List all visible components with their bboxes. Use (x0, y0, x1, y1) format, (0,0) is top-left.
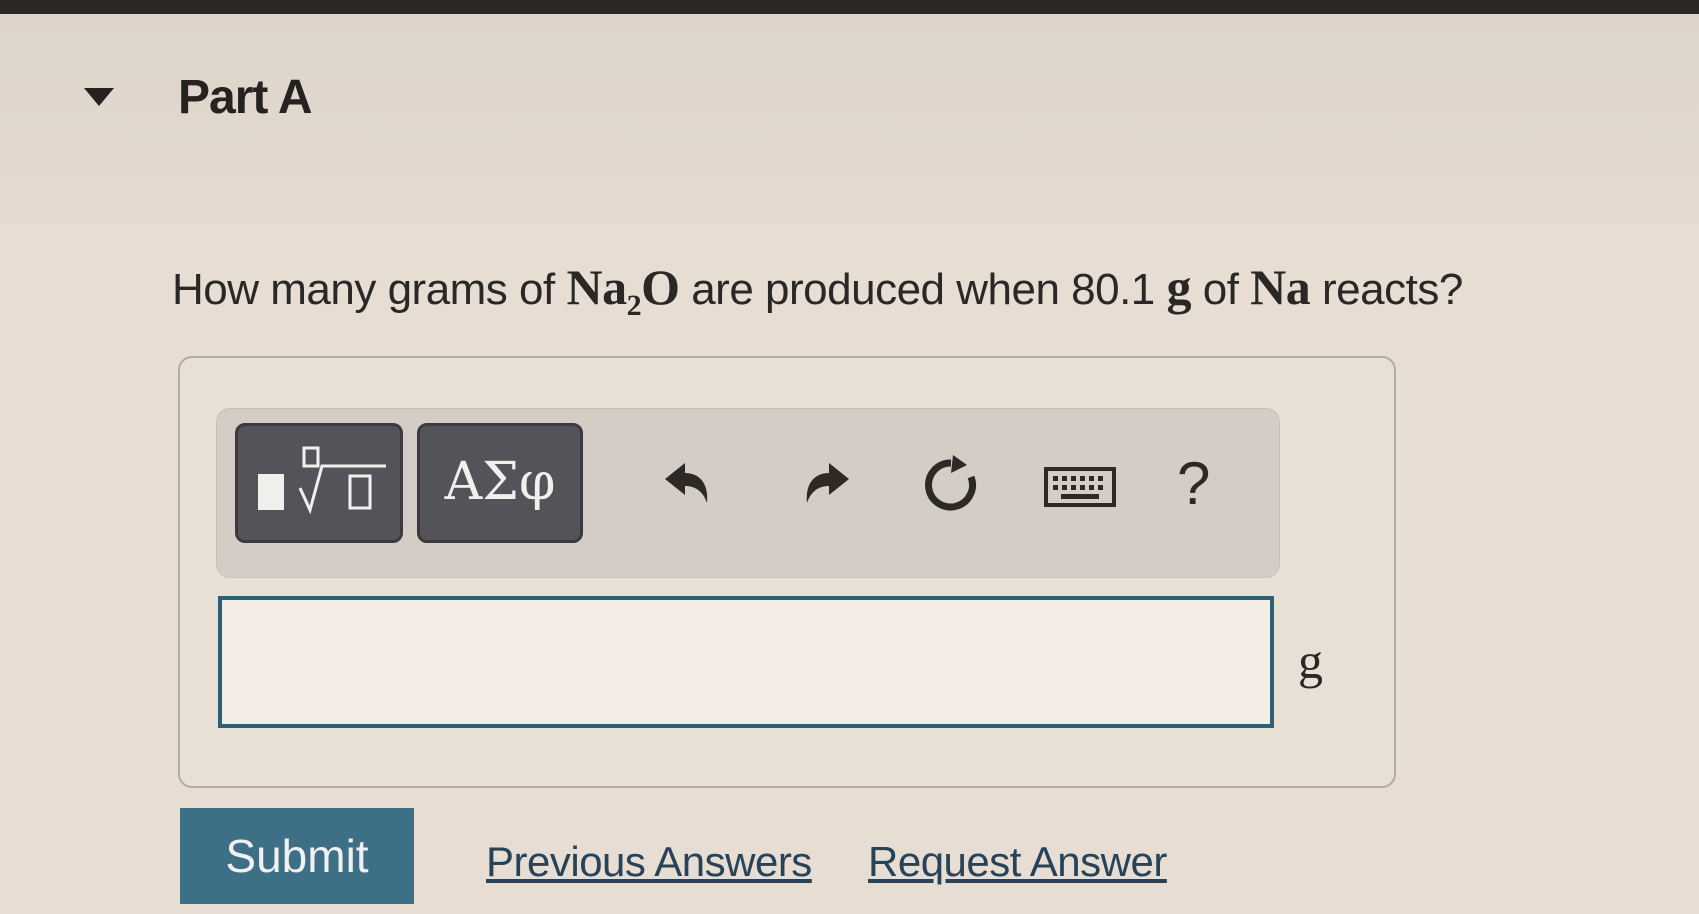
submit-button[interactable]: Submit (180, 808, 414, 904)
previous-answers-link[interactable]: Previous Answers (486, 838, 812, 886)
question-prefix: How many grams of (172, 265, 567, 314)
reset-icon[interactable] (919, 453, 983, 517)
redo-icon[interactable] (795, 453, 859, 517)
answer-input[interactable] (218, 596, 1274, 728)
templates-button[interactable] (235, 423, 403, 543)
templates-icon (258, 446, 386, 515)
help-icon[interactable]: ? (1177, 449, 1210, 518)
collapse-caret-icon[interactable] (84, 88, 114, 106)
greek-symbols-button[interactable]: ΑΣφ (417, 423, 583, 543)
compound-formula: Na2O (566, 259, 680, 322)
question-middle: are produced when 80.1 (679, 265, 1167, 314)
top-bar (0, 0, 1699, 14)
part-title: Part A (178, 71, 313, 124)
keyboard-icon[interactable] (1043, 453, 1117, 517)
undo-icon[interactable] (655, 453, 719, 517)
question-of: of (1191, 265, 1251, 314)
answer-unit-label: g (1298, 633, 1323, 689)
element-symbol: Na (1250, 259, 1311, 315)
question-text: How many grams of Na2O are produced when… (172, 258, 1463, 323)
answer-panel: ΑΣφ ? g (178, 356, 1396, 788)
mass-unit: g (1166, 259, 1192, 315)
greek-icon: ΑΣφ (444, 452, 556, 512)
question-suffix: reacts? (1310, 265, 1463, 314)
math-toolbar: ΑΣφ ? (216, 408, 1280, 578)
request-answer-link[interactable]: Request Answer (868, 838, 1167, 886)
